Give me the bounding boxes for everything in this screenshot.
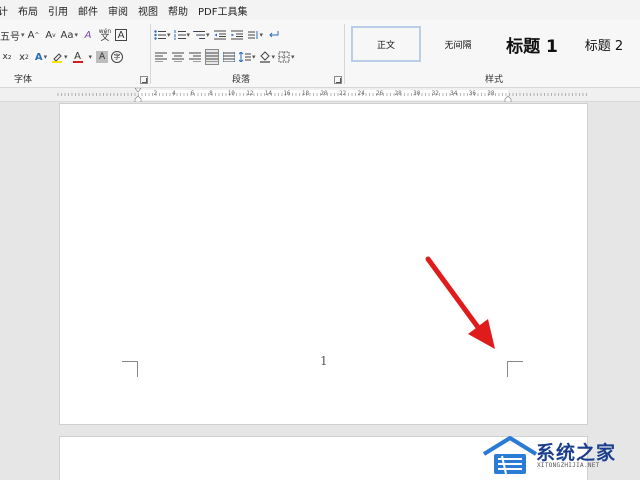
annotation-arrow <box>425 256 495 349</box>
house-logo-icon <box>482 436 538 475</box>
watermark-name: 系统之家 <box>536 442 617 464</box>
arrow-head <box>468 319 495 349</box>
watermark-url: XITONGZHIJIA.NET <box>537 462 600 469</box>
watermark-logo: 系统之家 XITONGZHIJIA.NET <box>480 430 640 480</box>
arrow-shaft <box>425 256 483 333</box>
